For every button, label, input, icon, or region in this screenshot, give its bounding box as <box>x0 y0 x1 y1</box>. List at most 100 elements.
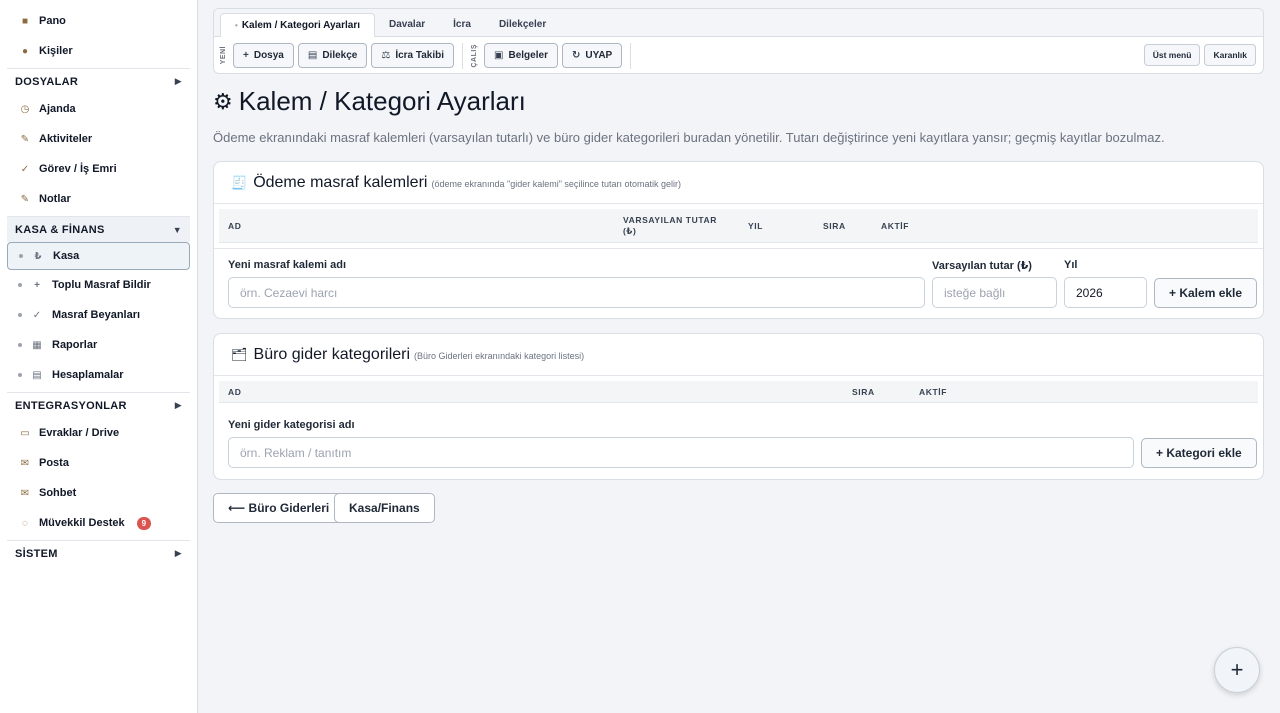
sidebar-item-pano[interactable]: ■ Pano <box>0 6 197 36</box>
table-header: AD VARSAYILAN TUTAR (₺) YIL SIRA AKTİF <box>219 209 1258 243</box>
sidebar-item-muvekkil-destek[interactable]: ◌ Müvekkil Destek 9 <box>0 508 197 538</box>
bullet-icon <box>18 283 22 287</box>
calculator-icon: ▤ <box>32 369 42 381</box>
chevron-down-icon: ▼ <box>172 224 182 235</box>
sidebar-item-masraf-beyanlari[interactable]: ✓ Masraf Beyanları <box>0 300 197 330</box>
sidebar-item-label: Evraklar / Drive <box>39 427 120 439</box>
chevron-right-icon: ▶ <box>174 548 182 558</box>
save-icon: ▣ <box>494 50 504 61</box>
kategori-name-input[interactable] <box>228 437 1134 468</box>
field-label: Yıl <box>1064 259 1078 271</box>
toolbar-right-group: Üst menü Karanlık <box>1140 44 1256 66</box>
sidebar-item-label: Aktiviteler <box>39 133 93 145</box>
year-input[interactable] <box>1064 277 1147 308</box>
toolbar-button-row: YENİ + Dosya ▤ Dilekçe ⚖ İcra Takibi ÇAL… <box>214 37 1263 74</box>
sidebar-item-kisiler[interactable]: ● Kişiler <box>0 36 197 66</box>
sidebar-item-gorev[interactable]: ✓ Görev / İş Emri <box>0 154 197 184</box>
sidebar-item-hesaplamalar[interactable]: ▤ Hesaplamalar <box>0 360 197 390</box>
sidebar-item-label: Sohbet <box>39 487 77 499</box>
page-description: Ödeme ekranındaki masraf kalemleri (vars… <box>213 130 1165 145</box>
plus-icon: + <box>34 279 40 291</box>
back-buro-giderleri-button[interactable]: ⟵ Büro Giderleri <box>213 493 345 523</box>
section-label: KASA & FİNANS <box>15 223 105 236</box>
sidebar-item-raporlar[interactable]: ▦ Raporlar <box>0 330 197 360</box>
kasa-finans-button[interactable]: Kasa/Finans <box>334 493 435 523</box>
sidebar-item-label: Posta <box>39 457 69 469</box>
card-header: 🗂 Büro gider kategorileri (Büro Giderler… <box>214 334 1263 376</box>
notification-badge: 9 <box>136 516 152 530</box>
toolbar-divider <box>630 42 632 69</box>
new-dilekce-button[interactable]: ▤ Dilekçe <box>297 43 368 68</box>
bullet-icon: • <box>235 21 238 30</box>
plus-icon: + <box>1230 657 1244 682</box>
main-content: • Kalem / Kategori Ayarları Davalar İcra … <box>198 0 1280 713</box>
section-label: DOSYALAR <box>15 75 79 88</box>
sidebar-item-toplu-masraf[interactable]: + Toplu Masraf Bildir <box>0 270 197 300</box>
dashboard-icon: ■ <box>21 15 29 27</box>
sidebar-section-dosyalar[interactable]: DOSYALAR ▶ <box>7 68 190 94</box>
folder-icon: ▭ <box>20 427 30 439</box>
document-icon: ▤ <box>307 50 318 61</box>
tab-icra[interactable]: İcra <box>439 14 485 36</box>
floating-add-button[interactable]: + <box>1214 647 1260 693</box>
sidebar-item-aktiviteler[interactable]: ✎ Aktiviteler <box>0 124 197 154</box>
kalem-name-input[interactable] <box>228 277 925 308</box>
add-kalem-button[interactable]: + Kalem ekle <box>1154 278 1258 308</box>
button-label: Dosya <box>253 50 284 61</box>
chevron-right-icon: ▶ <box>174 76 182 86</box>
card-hint: (Büro Giderleri ekranındaki kategori lis… <box>414 351 585 361</box>
card-header: 🧾 Ödeme masraf kalemleri (ödeme ekranınd… <box>214 162 1263 204</box>
button-label: Dilekçe <box>322 50 358 61</box>
sidebar-item-label: Hesaplamalar <box>52 369 124 381</box>
check-icon: ✓ <box>20 163 30 175</box>
column-header-aktif: AKTİF <box>881 220 910 231</box>
check-icon: ✓ <box>32 309 42 321</box>
sidebar-section-kasa[interactable]: KASA & FİNANS ▼ <box>7 216 190 242</box>
sidebar-item-notlar[interactable]: ✎ Notlar <box>0 184 197 214</box>
mail-icon: ✉ <box>20 457 30 469</box>
belgeler-button[interactable]: ▣ Belgeler <box>484 43 558 68</box>
scales-icon: ⚖ <box>381 50 391 61</box>
sidebar-item-kasa[interactable]: ₺ Kasa <box>7 242 190 270</box>
tab-bar: • Kalem / Kategori Ayarları Davalar İcra … <box>214 9 1263 37</box>
field-label: Yeni masraf kalemi adı <box>228 259 347 271</box>
add-kategori-button[interactable]: + Kategori ekle <box>1141 438 1257 468</box>
column-header-aktif: AKTİF <box>919 386 948 397</box>
tab-kalem-kategori[interactable]: • Kalem / Kategori Ayarları <box>220 13 376 37</box>
dark-mode-button[interactable]: Karanlık <box>1204 44 1256 66</box>
sidebar-item-label: Toplu Masraf Bildir <box>52 279 151 291</box>
sidebar-section-entegrasyonlar[interactable]: ENTEGRASYONLAR ▶ <box>7 392 190 418</box>
uyap-button[interactable]: ↻ UYAP <box>561 43 623 68</box>
card-title: Büro gider kategorileri <box>253 345 411 363</box>
chevron-right-icon: ▶ <box>174 400 182 410</box>
column-header-sira: SIRA <box>823 220 846 231</box>
add-kategori-form: Yeni gider kategorisi adı + Kategori ekl… <box>214 403 1263 479</box>
sidebar-item-posta[interactable]: ✉ Posta <box>0 448 197 478</box>
chart-icon: ▦ <box>32 339 42 351</box>
tab-dilekceler[interactable]: Dilekçeler <box>485 14 560 36</box>
sidebar-item-label: Görev / İş Emri <box>39 163 117 175</box>
tab-davalar[interactable]: Davalar <box>375 14 439 36</box>
sidebar-item-label: Notlar <box>39 193 71 205</box>
table-header: AD SIRA AKTİF <box>219 381 1258 403</box>
button-label: İcra Takibi <box>395 50 445 61</box>
top-menu-button[interactable]: Üst menü <box>1143 44 1201 66</box>
chat-icon: ✉ <box>20 487 30 499</box>
field-label: Yeni gider kategorisi adı <box>228 419 355 431</box>
sidebar-item-ajanda[interactable]: ◷ Ajanda <box>0 94 197 124</box>
sidebar-section-sistem[interactable]: SİSTEM ▶ <box>7 540 190 566</box>
pencil-icon: ✎ <box>20 193 30 205</box>
new-dosya-button[interactable]: + Dosya <box>233 43 294 68</box>
gear-icon: ⚙ <box>213 88 233 114</box>
new-icra-takibi-button[interactable]: ⚖ İcra Takibi <box>371 43 455 68</box>
default-amount-input[interactable] <box>932 277 1057 308</box>
clock-icon: ◷ <box>20 103 30 115</box>
field-label: Varsayılan tutar (₺) <box>932 260 1032 272</box>
sidebar-item-label: Raporlar <box>52 339 98 351</box>
toolbar-divider <box>462 42 464 69</box>
sidebar-item-evraklar[interactable]: ▭ Evraklar / Drive <box>0 418 197 448</box>
sidebar-item-label: Pano <box>39 15 66 27</box>
sidebar-item-sohbet[interactable]: ✉ Sohbet <box>0 478 197 508</box>
card-hint: (ödeme ekranında "gider kalemi" seçilinc… <box>431 179 681 189</box>
column-header-ad: AD <box>228 220 242 231</box>
